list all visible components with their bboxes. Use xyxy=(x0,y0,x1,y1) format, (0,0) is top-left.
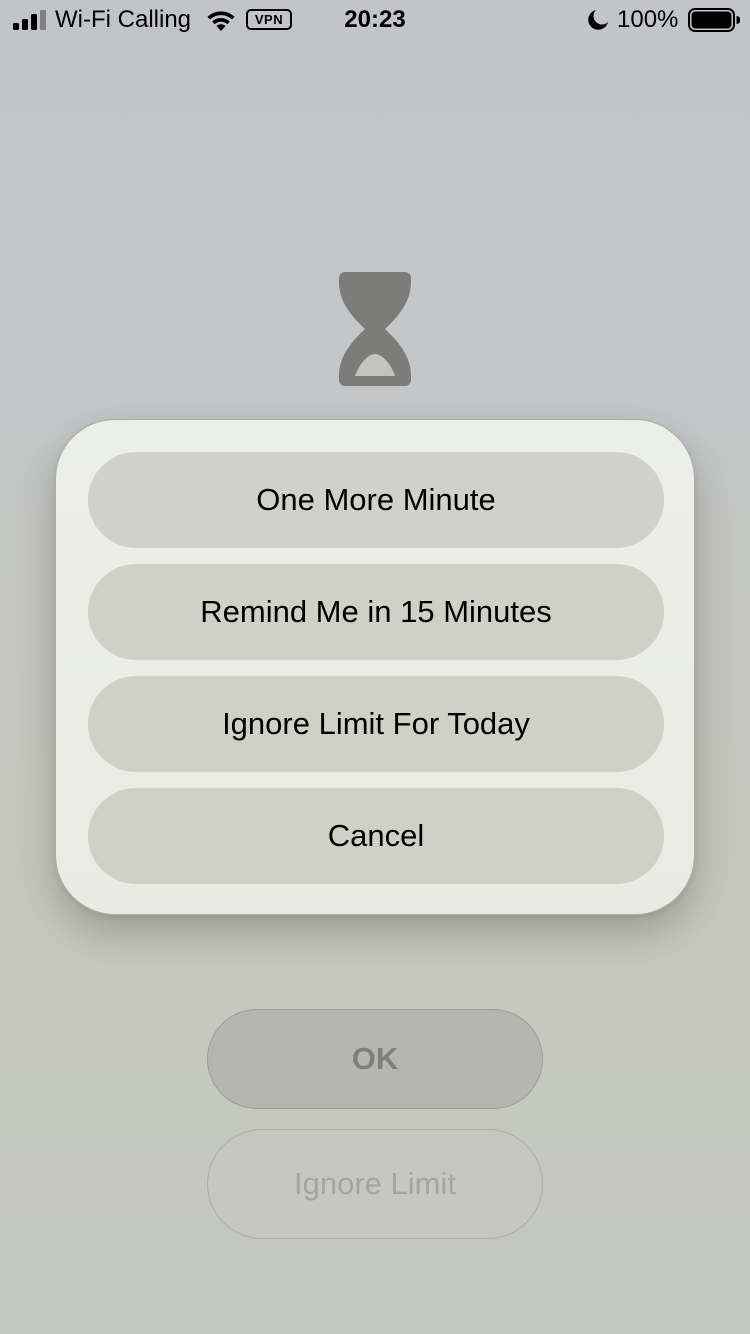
status-bar: Wi-Fi Calling VPN 20:23 100% xyxy=(0,0,750,40)
one-more-minute-button[interactable]: One More Minute xyxy=(88,452,664,548)
ignore-limit-button[interactable]: Ignore Limit xyxy=(207,1129,543,1239)
moon-icon xyxy=(588,10,608,30)
battery-percentage: 100% xyxy=(617,6,679,33)
ok-button[interactable]: OK xyxy=(207,1009,543,1109)
hourglass-icon xyxy=(339,272,411,386)
wifi-icon xyxy=(207,11,235,31)
vpn-badge: VPN xyxy=(246,9,292,30)
battery-icon xyxy=(688,8,740,32)
signal-icon xyxy=(13,10,46,30)
carrier-label: Wi-Fi Calling xyxy=(55,6,192,33)
cancel-button[interactable]: Cancel xyxy=(88,788,664,884)
status-time: 20:23 xyxy=(344,6,406,33)
remind-me-15-minutes-button[interactable]: Remind Me in 15 Minutes xyxy=(88,564,664,660)
ignore-limit-for-today-button[interactable]: Ignore Limit For Today xyxy=(88,676,664,772)
action-sheet: One More Minute Remind Me in 15 Minutes … xyxy=(55,419,695,915)
